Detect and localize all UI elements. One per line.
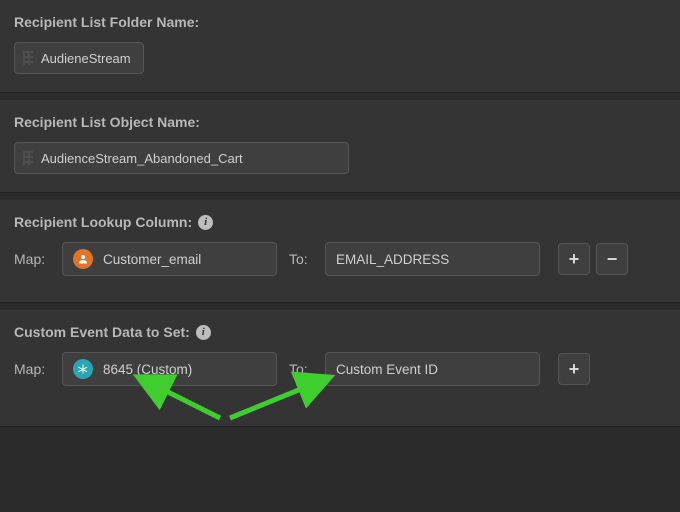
plus-icon: +	[569, 250, 580, 268]
section-custom-event: Custom Event Data to Set: i Map: 8645 (C…	[0, 310, 680, 426]
source-value: Customer_email	[103, 252, 201, 267]
to-label: To:	[289, 251, 313, 267]
drag-handle-icon	[23, 151, 33, 165]
label-text: Recipient List Object Name:	[14, 114, 200, 130]
folder-chip[interactable]: AudieneStream	[14, 42, 144, 74]
section-recipient-lookup: Recipient Lookup Column: i Map: Customer…	[0, 200, 680, 302]
lookup-source-field[interactable]: Customer_email	[62, 242, 277, 276]
object-chip[interactable]: AudienceStream_Abandoned_Cart	[14, 142, 349, 174]
add-row-button[interactable]: +	[558, 353, 590, 385]
plus-icon: +	[569, 360, 580, 378]
section-label: Recipient List Object Name:	[14, 114, 666, 130]
info-icon[interactable]: i	[196, 325, 211, 340]
lookup-buttons: + −	[558, 243, 628, 275]
label-text: Recipient List Folder Name:	[14, 14, 199, 30]
add-row-button[interactable]: +	[558, 243, 590, 275]
custom-source-field[interactable]: 8645 (Custom)	[62, 352, 277, 386]
map-label: Map:	[14, 361, 50, 377]
label-text: Recipient Lookup Column:	[14, 214, 192, 230]
user-icon	[73, 249, 93, 269]
minus-icon: −	[607, 250, 618, 268]
drag-handle-icon	[23, 51, 33, 65]
chip-value: AudienceStream_Abandoned_Cart	[41, 151, 243, 166]
section-label: Recipient List Folder Name:	[14, 14, 666, 30]
lookup-map-row: Map: Customer_email To: + −	[14, 242, 666, 276]
map-label: Map:	[14, 251, 50, 267]
section-recipient-object: Recipient List Object Name: AudienceStre…	[0, 100, 680, 192]
asterisk-icon	[73, 359, 93, 379]
section-label: Custom Event Data to Set: i	[14, 324, 666, 340]
custom-buttons: +	[558, 353, 590, 385]
lookup-target-text[interactable]	[326, 243, 539, 275]
source-value: 8645 (Custom)	[103, 362, 192, 377]
info-icon[interactable]: i	[198, 215, 213, 230]
section-recipient-folder: Recipient List Folder Name: AudieneStrea…	[0, 0, 680, 92]
label-text: Custom Event Data to Set:	[14, 324, 190, 340]
chip-value: AudieneStream	[41, 51, 131, 66]
remove-row-button[interactable]: −	[596, 243, 628, 275]
custom-target-text[interactable]	[326, 353, 539, 385]
custom-target-input[interactable]	[325, 352, 540, 386]
section-label: Recipient Lookup Column: i	[14, 214, 666, 230]
lookup-target-input[interactable]	[325, 242, 540, 276]
custom-map-row: Map: 8645 (Custom) To: +	[14, 352, 666, 386]
to-label: To:	[289, 361, 313, 377]
